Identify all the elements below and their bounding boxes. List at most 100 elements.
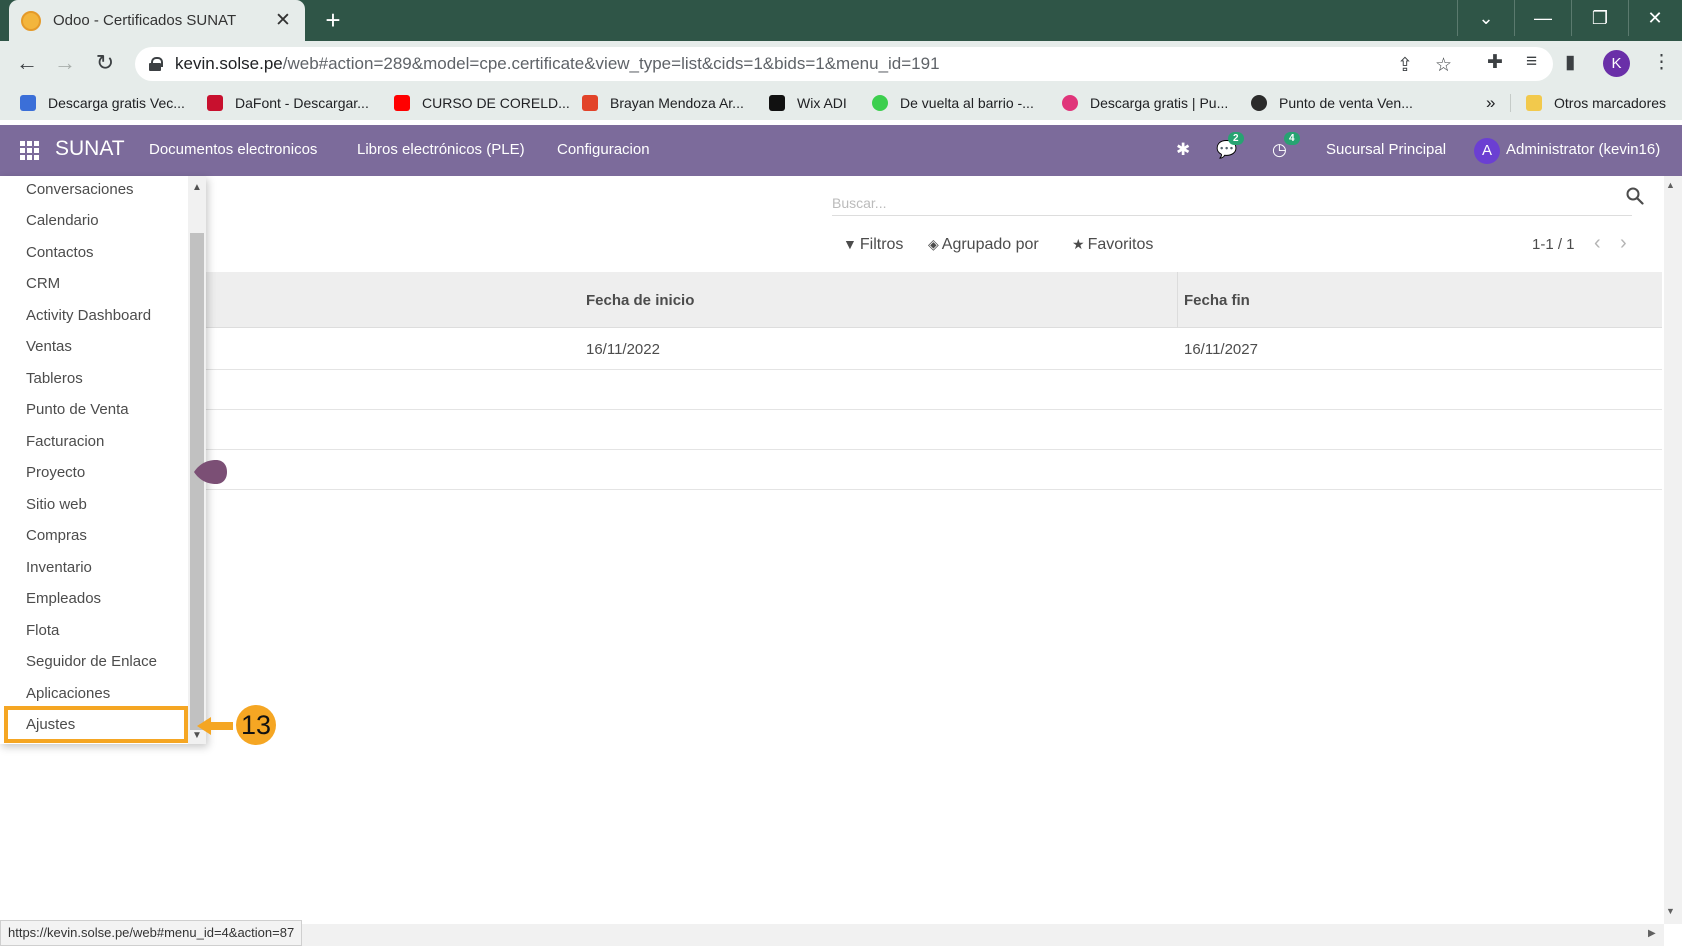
bookmarks-divider [1510,94,1511,112]
play-icon [872,95,888,111]
debug-bug-icon[interactable]: ✱ [1176,140,1190,160]
menu-item-seguidor-de-enlace[interactable]: Seguidor de Enlace [26,653,157,670]
pager-previous-icon[interactable]: ‹ [1594,232,1601,255]
messages-badge: 2 [1228,132,1244,145]
scroll-up-arrow-icon[interactable]: ▲ [190,182,204,193]
row-divider [190,489,1662,490]
browser-tab-bar: Odoo - Certificados SUNAT ✕ + ⌄ — ❐ ✕ [0,0,1682,41]
menu-item-crm[interactable]: CRM [26,275,60,292]
lock-icon[interactable] [149,57,163,71]
column-header-fecha-inicio[interactable]: Fecha de inicio [586,292,694,309]
profile-avatar[interactable]: K [1603,50,1630,77]
close-window-icon[interactable]: ✕ [1628,0,1682,36]
menu-item-tableros[interactable]: Tableros [26,370,83,387]
pager-next-icon[interactable]: › [1620,232,1627,255]
pager-value[interactable]: 1-1 / 1 [1532,236,1575,253]
bookmark-item[interactable]: DaFont - Descargar... [207,92,369,114]
bookmark-item[interactable]: Wix ADI [769,92,847,114]
user-avatar[interactable]: A [1474,138,1500,164]
apps-grid-icon[interactable] [20,141,40,160]
browser-toolbar: ← → ↻ kevin.solse.pe/web#action=289&mode… [0,41,1682,86]
menu-item-flota[interactable]: Flota [26,622,59,639]
browser-menu-kebab-icon[interactable]: ⋮ [1652,51,1671,74]
more-bookmarks-chevron-icon[interactable]: » [1486,92,1495,114]
menu-item-inventario[interactable]: Inventario [26,559,92,576]
bookmark-item[interactable]: Punto de venta Ven... [1251,92,1413,114]
favorites-button[interactable]: ★ Favoritos [1072,236,1153,254]
browser-tab-active[interactable]: Odoo - Certificados SUNAT ✕ [9,0,305,41]
extensions-puzzle-icon[interactable]: ✚ [1487,51,1503,74]
group-by-button[interactable]: ◈ Agrupado por [928,236,1039,254]
bookmarks-bar: Descarga gratis Vec... DaFont - Descarga… [0,86,1682,120]
reload-icon[interactable]: ↻ [90,48,120,78]
layers-icon: ◈ [928,236,939,252]
bookmark-item[interactable]: Descarga gratis | Pu... [1062,92,1228,114]
media-queue-icon[interactable]: ≡ [1526,51,1537,73]
menu-item-empleados[interactable]: Empleados [26,590,101,607]
forward-arrow-icon[interactable]: → [50,48,80,78]
odoo-favicon-icon [21,10,41,31]
side-panel-icon[interactable]: ▮ [1565,51,1575,74]
menu-item-aplicaciones[interactable]: Aplicaciones [26,685,110,702]
activities-clock-icon[interactable]: ◷ 4 [1272,132,1300,160]
ajustes-highlight-box [4,706,188,743]
gitlab-icon [582,95,598,111]
page-scroll-right-icon[interactable]: ▶ [1648,928,1656,939]
page-scroll-up-icon[interactable]: ▲ [1666,180,1675,190]
funnel-icon: ▼ [843,236,857,252]
bookmark-star-icon[interactable]: ☆ [1435,54,1452,77]
callout-arrow-icon [197,717,233,735]
menu-item-facturacion[interactable]: Facturacion [26,433,104,450]
menu-item-contactos[interactable]: Contactos [26,244,94,261]
menu-item-sitio-web[interactable]: Sitio web [26,496,87,513]
user-menu[interactable]: Administrator (kevin16) [1506,141,1660,158]
menu-item-conversaciones[interactable]: Conversaciones [26,181,134,198]
address-bar[interactable]: kevin.solse.pe/web#action=289&model=cpe.… [135,47,1553,81]
url-path: /web#action=289&model=cpe.certificate&vi… [282,54,940,73]
app-brand-title[interactable]: SUNAT [55,137,125,161]
cell-fecha-fin: 16/11/2027 [1184,341,1258,358]
menu-libros-electronicos[interactable]: Libros electrónicos (PLE) [357,141,525,158]
wix-icon [769,95,785,111]
tab-search-icon[interactable]: ⌄ [1458,0,1514,36]
star-icon: ★ [1072,236,1085,252]
folder-icon [1526,95,1542,111]
menu-item-activity-dashboard[interactable]: Activity Dashboard [26,307,151,324]
bookmark-favicon-icon [207,95,223,111]
youtube-icon [394,95,410,111]
page-scroll-down-icon[interactable]: ▼ [1666,906,1675,916]
page-scrollbar[interactable] [1664,176,1682,924]
menu-item-ventas[interactable]: Ventas [26,338,72,355]
row-divider [190,449,1662,450]
menu-item-calendario[interactable]: Calendario [26,212,99,229]
bookmark-favicon-icon [1062,95,1078,111]
menu-item-punto-de-venta[interactable]: Punto de Venta [26,401,129,418]
bookmark-item[interactable]: CURSO DE CORELD... [394,92,570,114]
messages-chat-icon[interactable]: 💬 2 [1216,132,1244,160]
share-icon[interactable]: ⇪ [1397,54,1413,77]
menu-item-compras[interactable]: Compras [26,527,87,544]
odoo-main-navbar: SUNAT Documentos electronicos Libros ele… [0,125,1682,176]
restore-window-icon[interactable]: ❐ [1572,0,1628,36]
menu-configuracion[interactable]: Configuracion [557,141,650,158]
browser-tab-title: Odoo - Certificados SUNAT [53,12,237,29]
search-input[interactable] [832,190,1632,216]
bookmark-item[interactable]: Brayan Mendoza Ar... [582,92,744,114]
bookmark-item[interactable]: Descarga gratis Vec... [20,92,185,114]
close-tab-icon[interactable]: ✕ [273,9,293,32]
bookmark-item[interactable]: De vuelta al barrio -... [872,92,1034,114]
menu-item-proyecto[interactable]: Proyecto [26,464,85,481]
other-bookmarks-folder[interactable]: Otros marcadores [1526,92,1666,114]
branch-switcher[interactable]: Sucursal Principal [1326,141,1446,158]
new-tab-button[interactable]: + [320,7,346,33]
activities-badge: 4 [1284,132,1300,145]
filters-button[interactable]: ▼ Filtros [843,236,903,254]
minimize-icon[interactable]: — [1515,0,1571,36]
column-divider [1177,272,1178,328]
menu-documentos-electronicos[interactable]: Documentos electronicos [149,141,317,158]
column-header-fecha-fin[interactable]: Fecha fin [1184,292,1250,309]
back-arrow-icon[interactable]: ← [12,48,42,78]
search-icon[interactable] [1626,187,1644,205]
step-number-badge: 13 [236,705,276,745]
bookmark-favicon-icon [1251,95,1267,111]
